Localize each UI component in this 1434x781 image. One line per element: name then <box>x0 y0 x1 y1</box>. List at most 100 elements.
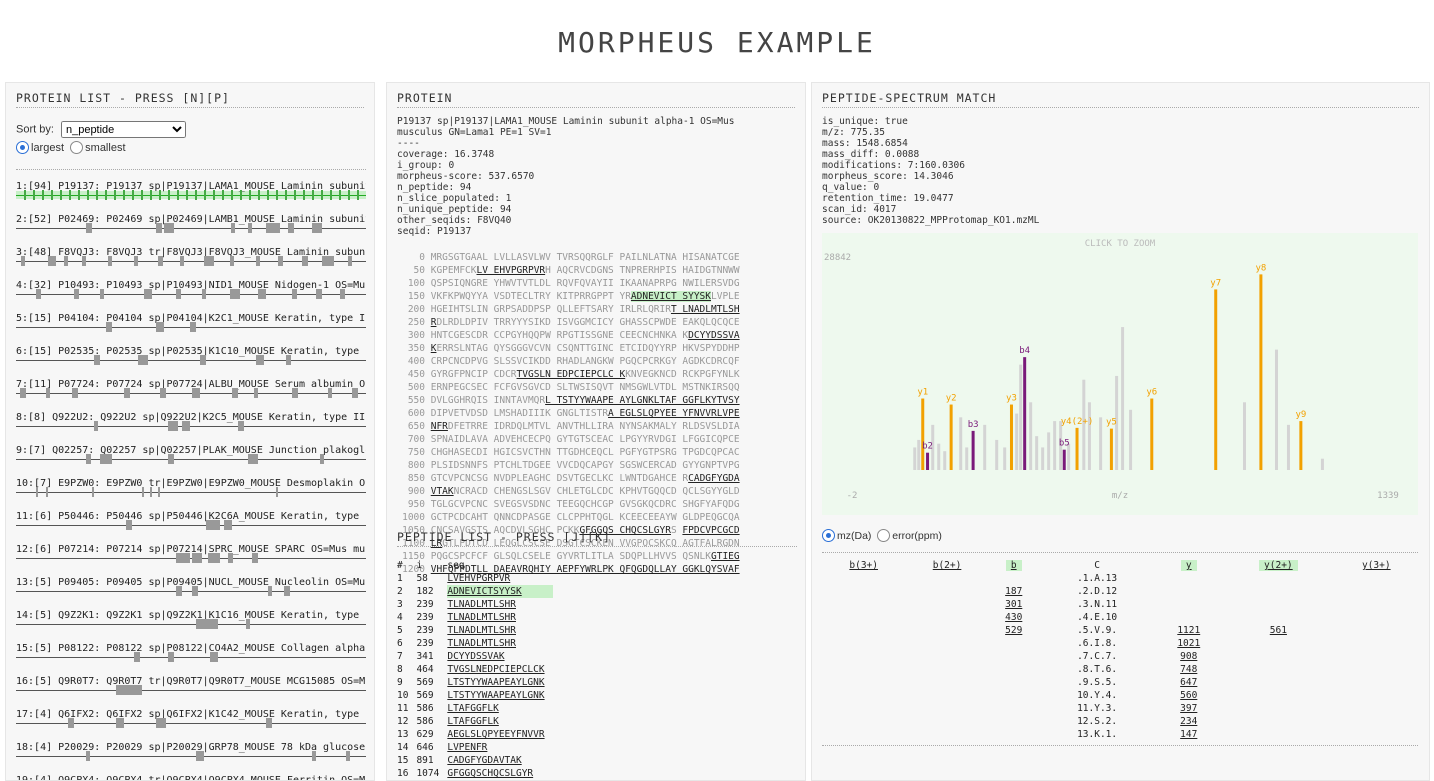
residue-cell: .6.I.8. <box>1077 638 1118 649</box>
protein-list-item[interactable]: 13:[5] P09405: P09405 sp|P09405|NUCL_MOU… <box>16 566 366 599</box>
sequence-position: 900 <box>407 486 425 497</box>
residue-cell: .1.A.13 <box>1077 573 1118 584</box>
ion-mass-cell: 1121 <box>1177 625 1201 636</box>
protein-list-item[interactable]: 4:[32] P10493: P10493 sp|P10493|NID1_MOU… <box>16 269 366 302</box>
ion-col-header-label: b(3+) <box>849 560 878 571</box>
sort-by-select[interactable]: n_peptide <box>60 121 186 138</box>
protein-list-item[interactable]: 17:[4] Q6IFX2: Q6IFX2 sp|Q6IFX2|K1C42_MO… <box>16 698 366 731</box>
ion-peak-label: b2 <box>922 442 933 452</box>
coverage-block <box>180 256 184 266</box>
sequence-text: GYRGFPNCIP CDCRTVGSLN EDPCIEPCLC KKNVEGK… <box>430 369 740 380</box>
protein-list-item[interactable]: 1:[94] P19137: P19137 sp|P19137|LAMA1_MO… <box>16 170 366 203</box>
residue-cell: .3.N.11 <box>1077 599 1118 610</box>
residue-cell: .7.C.7. <box>1077 651 1118 662</box>
radio-largest[interactable] <box>16 141 29 154</box>
ion-mass-cell: 234 <box>1180 716 1198 727</box>
protein-list-item[interactable]: 19:[4] Q9CPX4: Q9CPX4 tr|Q9CPX4|Q9CPX4_M… <box>16 764 366 780</box>
sequence-position: 150 <box>407 291 425 302</box>
peptide-row[interactable]: 13 629 AEGLSLQPYEEYFNVVR <box>397 728 553 741</box>
peptide-col-header: # <box>397 560 403 571</box>
protein-list-item[interactable]: 7:[11] P07724: P07724 sp|P07724|ALBU_MOU… <box>16 368 366 401</box>
ion-col-header-label: C <box>1094 560 1100 571</box>
peptide-index: 11 <box>397 703 409 714</box>
protein-list-item[interactable]: 11:[6] P50446: P50446 sp|P50446|K2C6A_MO… <box>16 500 366 533</box>
protein-list-item[interactable]: 14:[5] Q9Z2K1: Q9Z2K1 sp|Q9Z2K1|K1C16_MO… <box>16 599 366 632</box>
peptide-row[interactable]: 15 891 CADGFYGDAVTAK <box>397 754 553 767</box>
coverage-block <box>248 454 258 464</box>
peptide-row[interactable]: 6 239 TLNADLMTLSHR <box>397 637 553 650</box>
protein-list-item[interactable]: 8:[8] Q922U2: Q922U2 sp|Q922U2|K2C5_MOUS… <box>16 401 366 434</box>
peptide-position: 239 <box>416 625 434 636</box>
ion-mass-cell <box>1222 572 1334 585</box>
ion-col-header[interactable]: y(2+) <box>1222 559 1334 572</box>
coverage-block <box>94 355 100 365</box>
radio-smallest[interactable] <box>70 141 84 154</box>
ion-col-header[interactable]: b <box>989 559 1039 572</box>
ion-mass-cell: 430 <box>1005 612 1023 623</box>
ion-col-header[interactable]: b(3+) <box>822 559 905 572</box>
residue-cell: .2.D.12 <box>1077 586 1118 597</box>
protein-list-item[interactable]: 3:[48] F8VQJ3: F8VQJ3 tr|F8VQJ3|F8VQJ3_M… <box>16 236 366 269</box>
peptide-row[interactable]: 10 569 LTSTYYWAAPEAYLGNK <box>397 689 553 702</box>
peptide-row[interactable]: 4 239 TLNADLMTLSHR <box>397 611 553 624</box>
peptide-row[interactable]: 3 239 TLNADLMTLSHR <box>397 598 553 611</box>
unmatched-peak <box>995 439 999 470</box>
sort-by-label: Sort by: <box>16 123 54 136</box>
protein-list-item[interactable]: 9:[7] Q02257: Q02257 sp|Q02257|PLAK_MOUS… <box>16 434 366 467</box>
peptide-row[interactable]: 9 569 LTSTYYWAAPEAYLGNK <box>397 676 553 689</box>
ion-col-header[interactable]: b(2+) <box>905 559 988 572</box>
sequence-line: 450 GYRGFPNCIP CDCRTVGSLN EDPCIEPCLC KKN… <box>397 368 797 381</box>
ion-peak-label: y7 <box>1210 278 1221 288</box>
spectrum-chart[interactable]: CLICK TO ZOOM y1 b2 y2 b3 y3 b4 b5 y4(2+) y5 y6 y7… <box>822 233 1418 515</box>
protein-list-item[interactable]: 5:[15] P04104: P04104 sp|P04104|K2C1_MOU… <box>16 302 366 335</box>
ion-col-header[interactable]: C <box>1039 559 1156 572</box>
protein-list-item[interactable]: 10:[7] E9PZW0: E9PZW0 tr|E9PZW0|E9PZW0_M… <box>16 467 366 500</box>
radio-error[interactable] <box>877 529 891 542</box>
peptide-row[interactable]: 8 464 TVGSLNEDPCIEPCLCK <box>397 663 553 676</box>
radio-mz[interactable] <box>822 529 835 542</box>
unmatched-peak <box>1099 417 1103 470</box>
unmatched-peak <box>937 443 941 470</box>
ion-col-header[interactable]: y <box>1155 559 1222 572</box>
peptide-row[interactable]: 11 586 LTAFGGFLK <box>397 702 553 715</box>
peptide-row[interactable]: 2 182 ADNEVICTSYYSK <box>397 585 553 598</box>
peptide-row[interactable]: 12 586 LTAFGGFLK <box>397 715 553 728</box>
peptide-row[interactable]: 1 58 LVEHVPGRPVR <box>397 572 553 585</box>
sequence-text: VKFKPWQYYA VSDTECLTRY KITPRRGPPT YRADNEV… <box>430 291 740 302</box>
ion-mass-cell <box>905 637 988 650</box>
protein-list-item[interactable]: 12:[6] P07214: P07214 sp|P07214|SPRC_MOU… <box>16 533 366 566</box>
ion-mass-cell <box>989 715 1039 728</box>
ion-mass-cell <box>822 676 905 689</box>
ion-col-header[interactable]: y(3+) <box>1335 559 1418 572</box>
protein-list-item[interactable]: 6:[15] P02535: P02535 sp|P02535|K1C10_MO… <box>16 335 366 368</box>
sequence-text: DIPVETVDSD LMSHADIIIK GNGLTISTRA EGLSLQP… <box>430 408 740 419</box>
ion-col-header-label: b <box>1005 560 1022 571</box>
page-title: MORPHEUS EXAMPLE <box>558 26 876 59</box>
coverage-block <box>240 190 242 200</box>
protein-list-item[interactable]: 2:[52] P02469: P02469 sp|P02469|LAMB1_MO… <box>16 203 366 236</box>
peptide-row[interactable]: 5 239 TLNADLMTLSHR <box>397 624 553 637</box>
protein-list-item[interactable]: 16:[5] Q9R0T7: Q9R0T7 tr|Q9R0T7|Q9R0T7_M… <box>16 665 366 698</box>
x-max-label: 1339 <box>1377 491 1399 501</box>
ion-mass-cell <box>1155 611 1222 624</box>
coverage-block <box>123 190 125 200</box>
protein-list-item[interactable]: 18:[4] P20029: P20029 sp|P20029|GRP78_MO… <box>16 731 366 764</box>
ion-mass-cell <box>1335 676 1418 689</box>
peptide-row[interactable]: 16 1074 GFGGQSCHQCSLGYR <box>397 767 553 780</box>
peptide-sequence: TLNADLMTLSHR <box>447 612 516 623</box>
peptide-sequence: LVEHVPGRPVR <box>447 573 511 584</box>
protein-list-item[interactable]: 15:[5] P08122: P08122 sp|P08122|CO4A2_MO… <box>16 632 366 665</box>
coverage-block <box>86 223 92 233</box>
coverage-block <box>124 388 130 398</box>
sort-by-control: Sort by: n_peptide <box>16 121 186 138</box>
coverage-track <box>16 591 366 592</box>
ion-mass-cell <box>822 611 905 624</box>
unmatched-peak <box>1286 424 1290 470</box>
coverage-block <box>68 718 74 728</box>
sequence-position: 500 <box>407 382 425 393</box>
sequence-line: 350 KERRSLNTAG QYSGGGVCVN CSQNTTGINC ETC… <box>397 342 797 355</box>
sequence-text: SPNAIDLAVA ADVEHCECPQ GYTGTSCEAC LPGYYRV… <box>430 434 740 445</box>
peptide-row[interactable]: 7 341 DCYYDSSVAK <box>397 650 553 663</box>
peptide-row[interactable]: 14 646 LVPENFR <box>397 741 553 754</box>
residue-cell: 12.S.2. <box>1077 716 1118 727</box>
